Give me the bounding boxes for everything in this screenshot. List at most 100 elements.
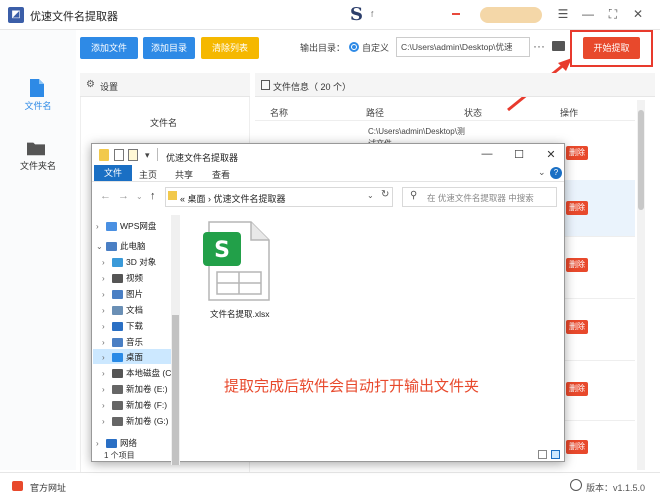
- chevron-icon[interactable]: ›: [102, 401, 112, 410]
- app-logo-icon: ◩: [8, 7, 24, 23]
- folder-icon: [99, 149, 109, 161]
- chevron-icon[interactable]: ›: [102, 385, 112, 394]
- website-link[interactable]: 官方网址: [30, 481, 66, 494]
- clear-list-button[interactable]: 清除列表: [201, 37, 259, 59]
- ribbon-tab-share[interactable]: 共享: [175, 168, 193, 181]
- add-file-button[interactable]: 添加文件: [80, 37, 138, 59]
- browse-more-button[interactable]: ···: [533, 39, 545, 53]
- brand-logo-mark: f: [371, 10, 374, 19]
- app-title: 优速文件名提取器: [30, 11, 118, 23]
- tree-item-network[interactable]: › 网络: [96, 437, 137, 451]
- chevron-icon[interactable]: ›: [102, 338, 112, 347]
- column-header-path: 路径: [366, 108, 385, 118]
- tree-item-downloads[interactable]: › 下载: [102, 320, 143, 334]
- close-icon[interactable]: ✕: [630, 5, 646, 23]
- tree-item-this-pc[interactable]: ⌄ 此电脑: [96, 240, 146, 254]
- delete-button[interactable]: 删除: [566, 382, 588, 396]
- delete-button[interactable]: 删除: [566, 146, 588, 160]
- xlsx-file-icon[interactable]: S: [203, 220, 273, 302]
- details-view-icon[interactable]: [538, 450, 547, 459]
- menu-icon[interactable]: ☰: [555, 5, 571, 23]
- chevron-icon[interactable]: ›: [102, 417, 112, 426]
- tree-item-label: 音乐: [126, 337, 144, 347]
- start-extract-button[interactable]: 开始提取: [583, 37, 640, 59]
- sidebar-item-filename[interactable]: 文件名: [0, 72, 76, 128]
- minimize-icon[interactable]: —: [580, 5, 596, 23]
- chevron-icon[interactable]: ›: [102, 290, 112, 299]
- open-folder-icon[interactable]: [552, 41, 565, 51]
- add-directory-button[interactable]: 添加目录: [143, 37, 195, 59]
- ribbon-bar: [92, 164, 564, 182]
- close-icon[interactable]: ✕: [544, 148, 558, 161]
- chevron-icon[interactable]: ›: [102, 353, 112, 362]
- settings-title: 设置: [100, 82, 119, 92]
- chevron-icon[interactable]: ›: [102, 258, 112, 267]
- notification-icon[interactable]: [452, 13, 460, 15]
- tree-item-music[interactable]: › 音乐: [102, 336, 143, 350]
- sidebar-item-foldername[interactable]: 文件夹名: [0, 132, 76, 188]
- tree-item-label: 新加卷 (F:): [126, 400, 168, 410]
- custom-radio[interactable]: [349, 42, 359, 52]
- tree-item-videos[interactable]: › 视频: [102, 272, 143, 286]
- ribbon-tab-view[interactable]: 查看: [212, 168, 230, 181]
- maximize-icon[interactable]: ☐: [512, 148, 526, 161]
- fullscreen-icon[interactable]: ⛶: [605, 5, 621, 23]
- tree-item-pictures[interactable]: › 图片: [102, 288, 143, 302]
- delete-button[interactable]: 删除: [566, 258, 588, 272]
- refresh-icon[interactable]: ↻: [381, 189, 389, 200]
- tree-item-documents[interactable]: › 文档: [102, 304, 143, 318]
- chevron-icon[interactable]: ›: [102, 369, 112, 378]
- large-icons-view-icon[interactable]: [551, 450, 560, 459]
- chevron-icon[interactable]: ›: [102, 274, 112, 283]
- chevron-icon[interactable]: ›: [96, 222, 106, 231]
- ribbon-tab-file[interactable]: 文件: [94, 165, 132, 181]
- tree-item-label: 图片: [126, 289, 144, 299]
- table-row-divider: [255, 120, 635, 121]
- new-folder-icon[interactable]: [128, 149, 138, 161]
- filename-section-label: 文件名: [150, 118, 178, 128]
- chevron-icon[interactable]: ⌄: [96, 242, 106, 251]
- tree-item-volume-e[interactable]: › 新加卷 (E:): [102, 383, 168, 397]
- quick-access-dropdown-icon[interactable]: ▾: [145, 150, 150, 161]
- tree-item-label: 新加卷 (E:): [126, 384, 168, 394]
- ribbon-expand-icon[interactable]: ⌄: [538, 167, 546, 178]
- vip-badge[interactable]: [480, 7, 542, 23]
- gear-icon: ⚙: [86, 79, 95, 90]
- help-icon[interactable]: ?: [550, 167, 562, 179]
- tree-item-desktop[interactable]: › 桌面: [102, 351, 143, 365]
- chevron-icon[interactable]: ›: [96, 439, 106, 448]
- tree-item-label: 网络: [120, 438, 138, 448]
- file-icon: [30, 79, 44, 97]
- address-dropdown-icon[interactable]: ⌄: [367, 191, 374, 200]
- notice-text: 提取完成后软件会自动打开输出文件夹: [224, 378, 480, 395]
- tree-item-volume-g[interactable]: › 新加卷 (G:): [102, 415, 169, 429]
- tree-item-wps-cloud[interactable]: › WPS网盘: [96, 220, 156, 234]
- search-icon: ⚲: [410, 190, 418, 201]
- delete-button[interactable]: 删除: [566, 320, 588, 334]
- table-scrollbar-thumb[interactable]: [638, 110, 644, 210]
- output-path-input[interactable]: C:\Users\admin\Desktop\优速: [396, 37, 530, 57]
- tree-item-label: 视频: [126, 273, 144, 283]
- chevron-icon[interactable]: ›: [102, 306, 112, 315]
- chevron-icon[interactable]: ›: [102, 322, 112, 331]
- minimize-icon[interactable]: —: [480, 148, 494, 160]
- pictures-icon: [112, 290, 123, 300]
- properties-icon[interactable]: [114, 149, 124, 161]
- tree-scrollbar-thumb[interactable]: [172, 315, 179, 465]
- delete-button[interactable]: 删除: [566, 201, 588, 215]
- brand-logo-icon: S: [350, 4, 363, 25]
- delete-button[interactable]: 删除: [566, 440, 588, 454]
- search-placeholder: 在 优速文件名提取器 中搜索: [427, 193, 534, 203]
- forward-icon[interactable]: →: [118, 190, 129, 202]
- tree-item-local-disk-c[interactable]: › 本地磁盘 (C: [102, 367, 171, 381]
- back-icon[interactable]: ←: [100, 190, 111, 202]
- tree-item-label: 文档: [126, 305, 144, 315]
- ribbon-tab-home[interactable]: 主页: [139, 168, 157, 181]
- volume-g-icon: [112, 417, 123, 427]
- volume-f-icon: [112, 401, 123, 411]
- up-icon[interactable]: ↑: [150, 190, 156, 202]
- local-disk-c-icon: [112, 369, 123, 379]
- recent-locations-icon[interactable]: ⌄: [136, 192, 143, 201]
- tree-item-3d-objects[interactable]: › 3D 对象: [102, 256, 156, 270]
- tree-item-volume-f[interactable]: › 新加卷 (F:): [102, 399, 167, 413]
